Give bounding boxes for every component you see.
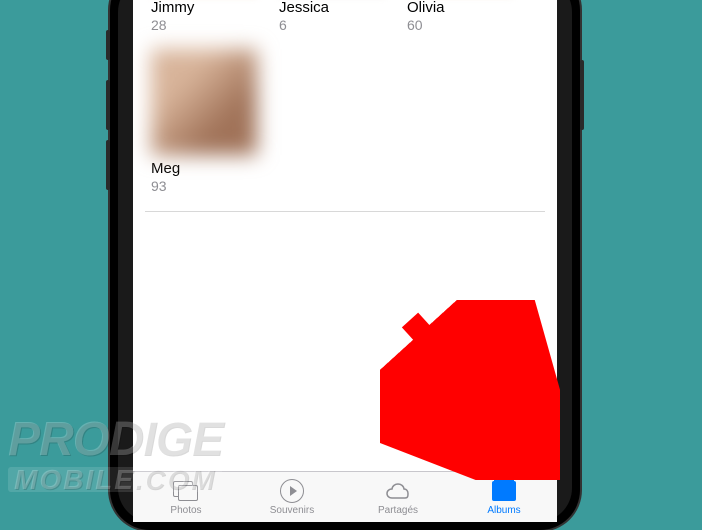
tab-shared[interactable]: Partagés	[345, 472, 451, 522]
person-name: Olivia	[407, 0, 513, 17]
person-item[interactable]: Jimmy 28	[151, 0, 257, 33]
tab-label: Souvenirs	[270, 505, 314, 516]
person-item[interactable]: Olivia 60	[407, 0, 513, 33]
tab-label: Albums	[487, 505, 520, 516]
mute-switch	[106, 30, 110, 60]
section-divider	[145, 211, 545, 212]
tab-souvenirs[interactable]: Souvenirs	[239, 472, 345, 522]
people-row-1: Jimmy 28 Jessica 6 Olivia 60	[145, 0, 545, 43]
albums-icon	[490, 479, 518, 503]
person-name: Jimmy	[151, 0, 257, 17]
phone-frame: Jimmy 28 Jessica 6 Olivia 60	[110, 0, 580, 530]
tab-label: Photos	[170, 505, 201, 516]
person-count: 6	[279, 17, 385, 34]
person-thumbnail	[151, 49, 257, 155]
volume-down-button	[106, 140, 110, 190]
power-button	[580, 60, 584, 130]
person-item[interactable]: Jessica 6	[279, 0, 385, 33]
screen: Jimmy 28 Jessica 6 Olivia 60	[133, 0, 557, 522]
tab-albums[interactable]: Albums	[451, 472, 557, 522]
phone-bezel: Jimmy 28 Jessica 6 Olivia 60	[118, 0, 572, 522]
person-name: Meg	[151, 161, 257, 178]
tab-photos[interactable]: Photos	[133, 472, 239, 522]
clock-play-icon	[278, 479, 306, 503]
person-name: Jessica	[279, 0, 385, 17]
cloud-icon	[384, 479, 412, 503]
person-count: 60	[407, 17, 513, 34]
tab-bar: Photos Souvenirs Partagés	[133, 471, 557, 522]
photos-icon	[172, 479, 200, 503]
person-item[interactable]: Meg 93	[151, 49, 257, 194]
people-row-2: Meg 93	[145, 43, 545, 204]
person-count: 93	[151, 178, 257, 195]
tab-label: Partagés	[378, 505, 418, 516]
person-count: 28	[151, 17, 257, 34]
people-album-content[interactable]: Jimmy 28 Jessica 6 Olivia 60	[133, 0, 557, 471]
volume-up-button	[106, 80, 110, 130]
